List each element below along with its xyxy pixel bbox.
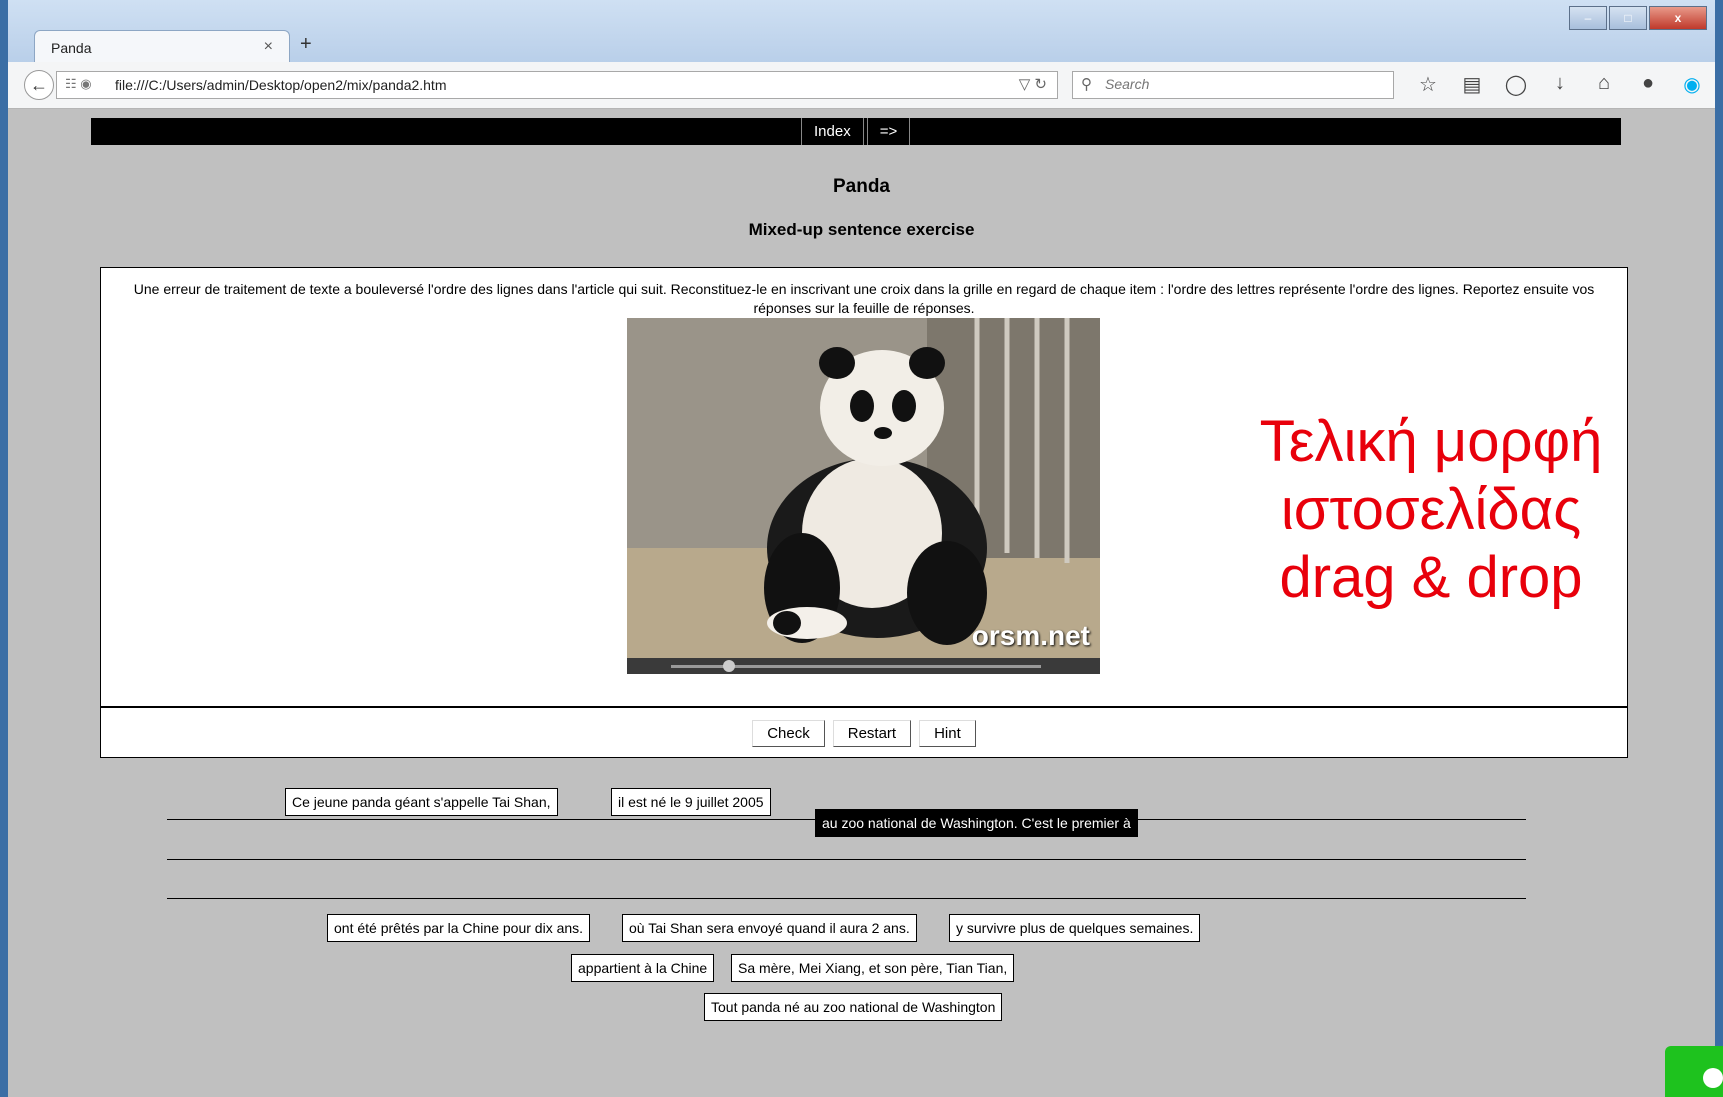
overlay-line-3: drag & drop — [1279, 545, 1583, 610]
reload-icon[interactable]: ▽ ↻ — [1019, 75, 1047, 93]
bookmark-star-icon[interactable]: ☆ — [1406, 72, 1450, 97]
sentence-fragment-dragging[interactable]: au zoo national de Washington. C'est le … — [815, 809, 1138, 837]
address-bar[interactable]: ☷ ◉ file:///C:/Users/admin/Desktop/open2… — [56, 71, 1058, 99]
new-tab-button[interactable]: + — [300, 33, 312, 56]
sentence-fragment[interactable]: Tout panda né au zoo national de Washing… — [704, 993, 1003, 1021]
window-controls: – □ x — [1567, 6, 1707, 30]
page-title: Panda — [832, 176, 891, 197]
index-link[interactable]: Index — [801, 118, 864, 145]
menu-icon[interactable]: ☰ — [1714, 72, 1723, 97]
chat-widget[interactable] — [1665, 1046, 1723, 1097]
close-button[interactable]: x — [1649, 6, 1707, 30]
search-box[interactable]: ⚲ — [1072, 71, 1394, 99]
sentence-fragment[interactable]: Sa mère, Mei Xiang, et son père, Tian Ti… — [731, 954, 1015, 982]
seek-handle[interactable] — [723, 660, 735, 672]
instructions: Une erreur de traitement de texte a boul… — [133, 281, 1595, 316]
search-input[interactable] — [1103, 75, 1377, 93]
browser-tab[interactable]: Panda × — [34, 30, 290, 65]
drop-line[interactable] — [167, 859, 1526, 860]
overlay-line-1: Τελική μορφή — [1259, 409, 1603, 474]
download-icon[interactable]: ↓ — [1538, 72, 1582, 97]
drop-line[interactable] — [167, 898, 1526, 899]
maximize-button[interactable]: □ — [1609, 6, 1647, 30]
restart-button[interactable]: Restart — [832, 720, 912, 747]
minimize-button[interactable]: – — [1569, 6, 1607, 30]
back-arrow-icon: ← — [30, 74, 48, 95]
navigation-bar: ← ☷ ◉ file:///C:/Users/admin/Desktop/ope… — [8, 62, 1715, 109]
page-nav: Index => — [801, 118, 913, 145]
sentence-fragment[interactable]: ont été prêtés par la Chine pour dix ans… — [327, 914, 591, 942]
toolbar-icons: ☆ ▤ ◯ ↓ ⌂ ● ◉ ☰ — [1406, 72, 1723, 97]
skype-icon[interactable]: ◉ — [1670, 72, 1714, 97]
exercise-box: Une erreur de traitement de texte a boul… — [100, 267, 1628, 707]
tab-title: Panda — [51, 40, 92, 56]
sentence-fragment[interactable]: appartient à la Chine — [571, 954, 715, 982]
hint-button[interactable]: Hint — [919, 720, 976, 747]
back-button[interactable]: ← — [24, 70, 54, 100]
check-button[interactable]: Check — [752, 720, 825, 747]
pocket-icon[interactable]: ◯ — [1494, 72, 1538, 97]
sentence-fragment[interactable]: il est né le 9 juillet 2005 — [611, 788, 771, 816]
search-icon: ⚲ — [1081, 76, 1092, 93]
home-icon[interactable]: ⌂ — [1582, 72, 1626, 97]
reading-list-icon[interactable]: ▤ — [1450, 72, 1494, 97]
sentence-fragment[interactable]: où Tai Shan sera envoyé quand il aura 2 … — [622, 914, 917, 942]
globe-icon: ☷ ◉ — [65, 76, 92, 91]
tab-close-icon[interactable]: × — [264, 38, 273, 56]
sentence-fragment[interactable]: y survivre plus de quelques semaines. — [949, 914, 1201, 942]
overlay-caption: Τελική μορφή ιστοσελίδας drag & drop — [1201, 408, 1661, 612]
page-subtitle: Mixed-up sentence exercise — [748, 220, 975, 239]
url-text: file:///C:/Users/admin/Desktop/open2/mix… — [115, 77, 447, 93]
title-bar: Panda × + – □ x — [8, 0, 1715, 65]
overlay-line-2: ιστοσελίδας — [1280, 477, 1582, 542]
sentence-fragment[interactable]: Ce jeune panda géant s'appelle Tai Shan, — [285, 788, 558, 816]
button-bar: Check Restart Hint — [100, 707, 1628, 758]
next-link[interactable]: => — [866, 118, 911, 145]
chat-icon[interactable]: ● — [1626, 72, 1670, 97]
video-controls[interactable] — [627, 658, 1100, 674]
watermark: orsm.net — [971, 620, 1090, 651]
panda-video[interactable]: orsm.net — [627, 318, 1100, 674]
